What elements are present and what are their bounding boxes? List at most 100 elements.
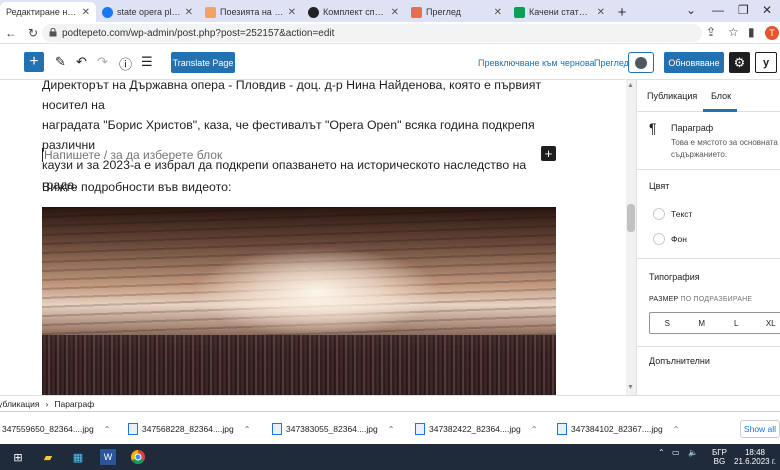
chrome-icon[interactable] — [130, 449, 146, 465]
breadcrumb-paragraph[interactable]: Параграф — [54, 399, 94, 409]
download-item[interactable]: 347383055_82364....jpg ⌃ — [272, 420, 394, 438]
file-explorer-icon[interactable]: ▰ — [40, 449, 56, 465]
color-section-title[interactable]: Цвят — [649, 181, 669, 191]
lock-icon — [49, 28, 57, 37]
advanced-section-title[interactable]: Допълнителни — [649, 356, 710, 366]
windows-start-icon[interactable]: ⊞ — [10, 449, 26, 465]
download-item[interactable]: 347568228_82364....jpg ⌃ — [128, 420, 250, 438]
address-bar[interactable]: podtepeto.com/wp-admin/post.php?post=252… — [42, 24, 702, 42]
font-size-m[interactable]: M — [685, 319, 720, 328]
browser-tab-strip: Редактиране на публ... ✕ state opera plo… — [0, 0, 780, 22]
font-size-s[interactable]: S — [650, 319, 685, 328]
translate-page-button[interactable]: Translate Page — [171, 52, 235, 73]
font-size-xl[interactable]: XL — [754, 319, 780, 328]
undo-icon[interactable]: ↶ — [76, 54, 87, 70]
browser-tab-3[interactable]: Комплект спално бе... ✕ — [302, 2, 405, 22]
inline-add-block-button[interactable]: + — [541, 146, 556, 161]
block-inserter-button[interactable]: + — [24, 52, 44, 72]
tab-label: Комплект спално бе... — [323, 7, 387, 17]
show-all-downloads-button[interactable]: Show all — [740, 420, 780, 438]
tab-post[interactable]: Публикация — [647, 91, 697, 101]
clock[interactable]: 18:48 21.6.2023 г. — [734, 448, 776, 466]
list-view-icon[interactable]: ☰ — [141, 54, 153, 70]
chevron-up-icon[interactable]: ⌃ — [104, 425, 111, 434]
block-card: ¶ Параграф Това е мястото за основната т… — [637, 112, 780, 170]
settings-gear-button[interactable]: ⚙ — [729, 52, 750, 73]
browser-tab-5[interactable]: Качени статии за де... ✕ — [508, 2, 611, 22]
switch-to-draft-button[interactable]: Превключване към чернова — [478, 58, 595, 68]
image-file-icon — [415, 423, 425, 435]
editor-scrollbar[interactable]: ▲ ▼ — [626, 80, 636, 395]
network-icon[interactable]: ▭ — [672, 448, 680, 457]
font-size-l[interactable]: L — [719, 319, 754, 328]
stage-light — [192, 247, 442, 337]
text-color-option[interactable]: Текст — [653, 208, 692, 220]
browser-tab-1[interactable]: state opera plovdiv - ... ✕ — [96, 2, 199, 22]
download-filename: 347384102_82367....jpg — [571, 424, 663, 434]
bookmark-star-icon[interactable]: ☆ — [728, 25, 739, 39]
pencil-icon[interactable]: ✎ — [55, 54, 66, 70]
tab-close-icon[interactable]: ✕ — [288, 7, 296, 18]
redo-icon[interactable]: ↷ — [97, 54, 108, 70]
block-breadcrumb: Публикация › Параграф — [0, 395, 780, 411]
tab-close-icon[interactable]: ✕ — [82, 7, 90, 18]
breadcrumb-post[interactable]: Публикация — [0, 399, 40, 409]
scroll-thumb[interactable] — [627, 204, 635, 232]
browser-toolbar: ← ↻ podtepeto.com/wp-admin/post.php?post… — [0, 22, 780, 44]
update-button[interactable]: Обновяване — [664, 52, 724, 73]
text-color-swatch — [653, 208, 665, 220]
text-color-label: Текст — [671, 209, 693, 219]
download-item[interactable]: 347384102_82367....jpg ⌃ — [557, 420, 679, 438]
share-icon[interactable]: ⇪ — [706, 25, 716, 39]
image-file-icon — [128, 423, 138, 435]
chevron-up-icon[interactable]: ⌃ — [388, 425, 395, 434]
info-icon[interactable]: ⓘ — [119, 54, 132, 73]
tab-close-icon[interactable]: ✕ — [391, 7, 399, 18]
store-icon[interactable]: ▦ — [70, 449, 86, 465]
preview-button[interactable]: Преглед — [594, 58, 629, 68]
font-size-picker: S M L XL — [649, 312, 780, 334]
paragraph-line: Директорът на Държавна опера - Пловдив -… — [42, 80, 542, 112]
tab-close-icon[interactable]: ✕ — [494, 7, 502, 18]
minimize-icon[interactable]: — — [712, 3, 724, 17]
clock-time: 18:48 — [744, 448, 765, 457]
editor-header: + ✎ ↶ ↷ ⓘ ☰ Translate Page Превключване … — [0, 44, 780, 80]
back-arrow-icon[interactable]: ← — [0, 26, 22, 40]
close-window-icon[interactable]: ✕ — [762, 3, 772, 17]
volume-icon[interactable]: 🔈 — [688, 448, 698, 457]
typography-section-title[interactable]: Типография — [649, 272, 700, 282]
image-file-icon — [272, 423, 282, 435]
yoast-seo-button[interactable]: y — [755, 52, 777, 73]
browser-tab-0[interactable]: Редактиране на публ... ✕ — [0, 2, 96, 22]
w3-total-cache-button[interactable] — [628, 52, 654, 73]
video-embed[interactable] — [42, 207, 556, 395]
tray-chevron-icon[interactable]: ⌃ — [658, 448, 665, 457]
new-tab-button[interactable]: + — [611, 2, 633, 22]
video-intro-paragraph[interactable]: Вижте подробности във видеото: — [42, 177, 562, 197]
download-item[interactable]: 347559650_82364....jpg ⌃ — [2, 420, 110, 438]
empty-block-placeholder[interactable]: Напишете / за да изберете блок — [42, 148, 222, 162]
language-indicator[interactable]: БГР BG — [712, 448, 727, 466]
tab-close-icon[interactable]: ✕ — [185, 7, 193, 18]
profile-avatar[interactable]: T — [765, 26, 779, 40]
scroll-down-icon[interactable]: ▼ — [627, 384, 634, 391]
background-color-label: Фон — [671, 234, 687, 244]
divider — [637, 346, 780, 347]
chevron-down-icon[interactable]: ⌄ — [686, 3, 696, 17]
background-color-option[interactable]: Фон — [653, 233, 687, 245]
word-icon[interactable]: W — [100, 449, 116, 465]
scroll-up-icon[interactable]: ▲ — [627, 82, 634, 89]
tab-block[interactable]: Блок — [711, 91, 731, 101]
chevron-up-icon[interactable]: ⌃ — [531, 425, 538, 434]
browser-tab-2[interactable]: Поезията на Иван Ра... ✕ — [199, 2, 302, 22]
tab-close-icon[interactable]: ✕ — [597, 7, 605, 18]
maximize-icon[interactable]: ❐ — [738, 3, 749, 17]
keyboard-layout: BG — [713, 457, 726, 466]
chevron-up-icon[interactable]: ⌃ — [244, 425, 251, 434]
download-item[interactable]: 347382422_82364....jpg ⌃ — [415, 420, 537, 438]
sidepanel-icon[interactable]: ▮ — [748, 25, 755, 39]
reload-icon[interactable]: ↻ — [22, 26, 44, 40]
editor-canvas: Директорът на Държавна опера - Пловдив -… — [0, 80, 626, 395]
browser-tab-4[interactable]: Преглед ✕ — [405, 2, 508, 22]
chevron-up-icon[interactable]: ⌃ — [673, 425, 680, 434]
